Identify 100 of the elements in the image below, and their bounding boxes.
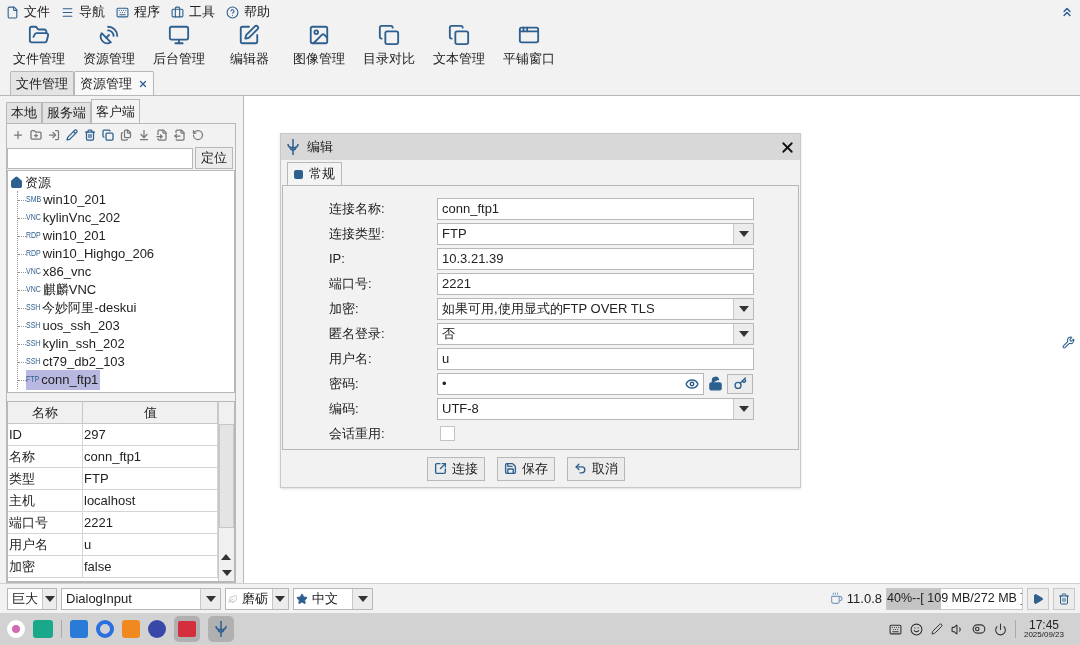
pen-icon[interactable] (930, 623, 943, 635)
dropdown-caret-icon (275, 595, 286, 602)
text-field[interactable]: 2221 (437, 272, 754, 295)
dropdown[interactable]: 如果可用,使用显式的FTP OVER TLS (437, 297, 754, 320)
field-label: 编码: (329, 399, 360, 418)
connect-icon (433, 462, 447, 475)
toolbar-button[interactable]: 资源管理 (80, 24, 138, 69)
face-icon[interactable] (909, 622, 923, 636)
home-icon (10, 176, 23, 189)
resource-app-icon[interactable] (208, 616, 234, 642)
document-tab[interactable]: 文件管理 (10, 71, 74, 95)
search-field[interactable] (7, 147, 193, 169)
key-button[interactable] (727, 373, 753, 394)
text-field[interactable]: conn_ftp1 (437, 197, 754, 220)
edit-icon (238, 24, 260, 46)
export-icon[interactable] (174, 129, 186, 141)
login-icon[interactable] (48, 129, 60, 141)
connection-type-tag: SSH (26, 355, 41, 369)
launcher-icon[interactable] (7, 620, 25, 638)
dropdown[interactable]: UTF-8 (437, 397, 754, 420)
settings-app-icon[interactable] (148, 620, 166, 638)
field-label: 端口号: (329, 274, 373, 293)
dialog-button[interactable]: 连接 (426, 456, 485, 481)
windows-icon (518, 24, 540, 46)
menu-item[interactable]: 文件 (6, 2, 50, 22)
caret-icon (738, 230, 749, 237)
unlock-icon[interactable] (708, 376, 723, 391)
password-field[interactable]: • (437, 372, 704, 395)
files-icon[interactable] (120, 129, 132, 141)
dropdown[interactable]: 否 (437, 322, 754, 345)
connection-type-tag: SSH (26, 301, 41, 315)
dropdown-caret-icon (44, 595, 55, 602)
tree-root[interactable]: 资源 (25, 172, 51, 193)
menu-item[interactable]: 工具 (171, 2, 215, 22)
pencil-icon[interactable] (66, 129, 78, 141)
folder-icon (28, 24, 50, 46)
document-tab[interactable]: 资源管理 (74, 71, 154, 95)
toolbar-button[interactable]: 目录对比 (360, 24, 418, 69)
locate-button[interactable]: 定位 (195, 147, 233, 169)
monitor-icon (168, 24, 190, 46)
font-dropdown[interactable]: DialogInput (61, 587, 221, 610)
volume-icon[interactable] (950, 622, 964, 636)
table-cell: 名称 (8, 446, 83, 467)
save-icon (503, 462, 517, 475)
connection-type-tag: RDP (26, 229, 41, 243)
menu-item[interactable]: 程序 (116, 2, 160, 22)
dropdown[interactable]: FTP (437, 222, 754, 245)
dropdown-caret-icon (205, 595, 216, 602)
dialog-button[interactable]: 取消 (566, 456, 625, 481)
scrollbar[interactable] (218, 402, 234, 581)
panel-tab[interactable]: 服务端 (42, 102, 91, 123)
dropdown-value: 如果可用,使用显式的FTP OVER TLS (441, 299, 656, 318)
panel-tab[interactable]: 本地 (6, 102, 42, 123)
select-value: 中文 (311, 589, 339, 608)
toolbar-button[interactable]: 编辑器 (220, 24, 278, 69)
trash-button[interactable] (1053, 587, 1075, 610)
text-field[interactable]: u (437, 347, 754, 370)
menu-item[interactable]: 帮助 (226, 2, 270, 22)
panel-tab[interactable]: 客户端 (91, 99, 140, 123)
eye-icon[interactable] (685, 376, 699, 391)
add-icon[interactable] (12, 129, 24, 141)
checkbox[interactable] (440, 426, 455, 441)
toggle-icon[interactable] (971, 622, 986, 636)
console-app-icon[interactable] (174, 616, 200, 642)
help-icon (226, 5, 239, 19)
dialog-title: 编辑 (307, 138, 334, 157)
column-header[interactable]: 名称 (8, 402, 83, 423)
toolbar-button[interactable]: 平铺窗口 (500, 24, 558, 69)
run-button[interactable] (1027, 587, 1049, 610)
toolbar-button[interactable]: 图像管理 (290, 24, 348, 69)
star-icon (296, 592, 308, 605)
size-dropdown[interactable]: 巨大 (7, 587, 57, 610)
toolbar-button[interactable]: 文件管理 (10, 24, 68, 69)
field-label: 连接名称: (329, 199, 386, 218)
toolbar-button[interactable]: 后台管理 (150, 24, 208, 69)
copy-icon[interactable] (102, 129, 114, 141)
browser-app-icon[interactable] (96, 620, 114, 638)
select-value: 巨大 (11, 589, 39, 608)
connection-type-tag: RDP (26, 247, 41, 261)
dialog-button[interactable]: 保存 (496, 456, 555, 481)
trash-icon[interactable] (84, 129, 96, 141)
language-dropdown[interactable]: 中文 (293, 587, 373, 610)
toolbar-button[interactable]: 文本管理 (430, 24, 488, 69)
power-icon[interactable] (993, 622, 1007, 636)
refresh-icon[interactable] (192, 129, 204, 141)
close-icon[interactable] (138, 78, 148, 89)
import-icon[interactable] (156, 129, 168, 141)
table-cell: 端口号 (8, 512, 83, 533)
text-field[interactable]: 10.3.21.39 (437, 247, 754, 270)
wrench-icon[interactable] (1062, 336, 1075, 349)
theme-dropdown[interactable]: 磨砺 (225, 587, 289, 610)
clock-time: 17:45 (1028, 619, 1059, 631)
dialog-tab[interactable]: 常规 (287, 162, 342, 185)
download-icon[interactable] (138, 129, 150, 141)
keyboard-icon[interactable] (888, 622, 902, 636)
collapse-icon[interactable] (1060, 5, 1074, 19)
dropdown-value: 否 (441, 324, 456, 343)
folder-add-icon[interactable] (30, 129, 42, 141)
trash-icon (1058, 592, 1070, 605)
menu-item[interactable]: 导航 (61, 2, 105, 22)
